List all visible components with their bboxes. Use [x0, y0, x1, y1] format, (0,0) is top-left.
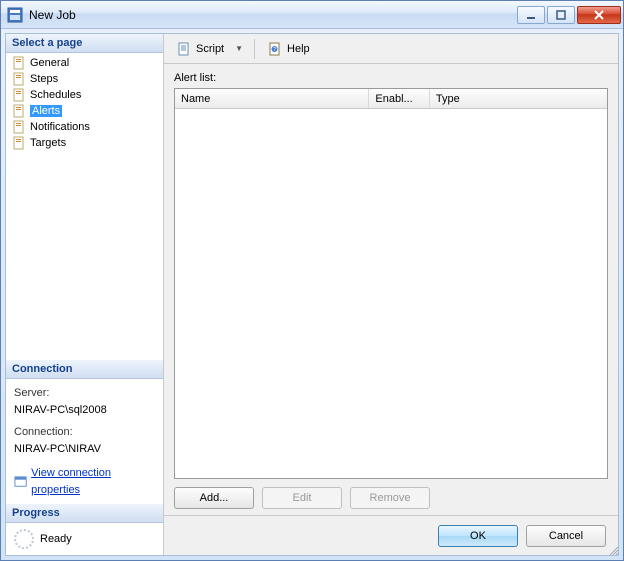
sidebar-item-general[interactable]: General	[6, 55, 163, 71]
script-icon	[176, 41, 192, 57]
link-label: View connection properties	[31, 465, 155, 498]
titlebar[interactable]: New Job	[1, 1, 623, 29]
progress-status: Ready	[40, 533, 72, 545]
sidebar-item-label: General	[30, 57, 69, 69]
page-icon	[12, 104, 26, 118]
add-button[interactable]: Add...	[174, 487, 254, 509]
column-header-enabled[interactable]: Enabl...	[369, 89, 429, 108]
edit-button: Edit	[262, 487, 342, 509]
help-button[interactable]: ? Help	[263, 39, 314, 59]
app-icon	[7, 7, 23, 23]
minimize-button[interactable]	[517, 6, 545, 24]
sidebar-item-label: Notifications	[30, 121, 90, 133]
sidebar-item-alerts[interactable]: Alerts	[6, 103, 163, 119]
ok-button[interactable]: OK	[438, 525, 518, 547]
connection-label: Connection:	[14, 424, 155, 441]
properties-icon	[14, 475, 27, 489]
column-header-type[interactable]: Type	[430, 89, 607, 108]
content-area: Select a page General Steps Schedules Al…	[5, 33, 619, 556]
maximize-button[interactable]	[547, 6, 575, 24]
progress-header: Progress	[6, 504, 163, 523]
page-icon	[12, 56, 26, 70]
page-icon	[12, 88, 26, 102]
sidebar-item-schedules[interactable]: Schedules	[6, 87, 163, 103]
remove-button: Remove	[350, 487, 430, 509]
svg-text:?: ?	[273, 47, 276, 53]
help-icon: ?	[267, 41, 283, 57]
help-label: Help	[287, 43, 310, 55]
sidebar-item-label: Steps	[30, 73, 58, 85]
sidebar-item-steps[interactable]: Steps	[6, 71, 163, 87]
progress-spinner-icon	[14, 529, 34, 549]
close-button[interactable]	[577, 6, 621, 24]
sidebar-item-label: Alerts	[30, 105, 62, 117]
new-job-dialog: New Job Select a page General	[0, 0, 624, 561]
sidebar-item-label: Targets	[30, 137, 66, 149]
window-title: New Job	[29, 8, 76, 22]
alert-list-table[interactable]: Name Enabl... Type	[174, 88, 608, 479]
script-label: Script	[196, 43, 224, 55]
main-body: Alert list: Name Enabl... Type Add... Ed…	[164, 64, 618, 515]
connection-value: NIRAV-PC\NIRAV	[14, 441, 155, 458]
table-body[interactable]	[175, 109, 607, 478]
right-pane: Script ▼ ? Help Alert list: Name Enabl..…	[164, 34, 618, 555]
server-label: Server:	[14, 385, 155, 402]
page-icon	[12, 136, 26, 150]
resize-grip[interactable]	[607, 544, 619, 556]
dialog-footer: OK Cancel	[164, 515, 618, 555]
page-icon	[12, 120, 26, 134]
server-value: NIRAV-PC\sql2008	[14, 402, 155, 419]
toolbar-separator	[254, 39, 255, 59]
select-page-header: Select a page	[6, 34, 163, 53]
toolbar: Script ▼ ? Help	[164, 34, 618, 64]
sidebar-item-targets[interactable]: Targets	[6, 135, 163, 151]
page-list: General Steps Schedules Alerts Notificat…	[6, 53, 163, 360]
action-row: Add... Edit Remove	[174, 479, 608, 509]
cancel-button[interactable]: Cancel	[526, 525, 606, 547]
column-header-name[interactable]: Name	[175, 89, 369, 108]
sidebar-item-label: Schedules	[30, 89, 81, 101]
connection-header: Connection	[6, 360, 163, 379]
connection-section: Connection Server: NIRAV-PC\sql2008 Conn…	[6, 360, 163, 504]
view-connection-properties-link[interactable]: View connection properties	[14, 465, 155, 498]
page-icon	[12, 72, 26, 86]
column-headers: Name Enabl... Type	[175, 89, 607, 109]
left-pane: Select a page General Steps Schedules Al…	[6, 34, 164, 555]
sidebar-item-notifications[interactable]: Notifications	[6, 119, 163, 135]
progress-section: Progress Ready	[6, 504, 163, 555]
script-dropdown[interactable]: ▼	[232, 44, 246, 53]
alert-list-label: Alert list:	[174, 72, 608, 84]
script-button[interactable]: Script	[172, 39, 228, 59]
